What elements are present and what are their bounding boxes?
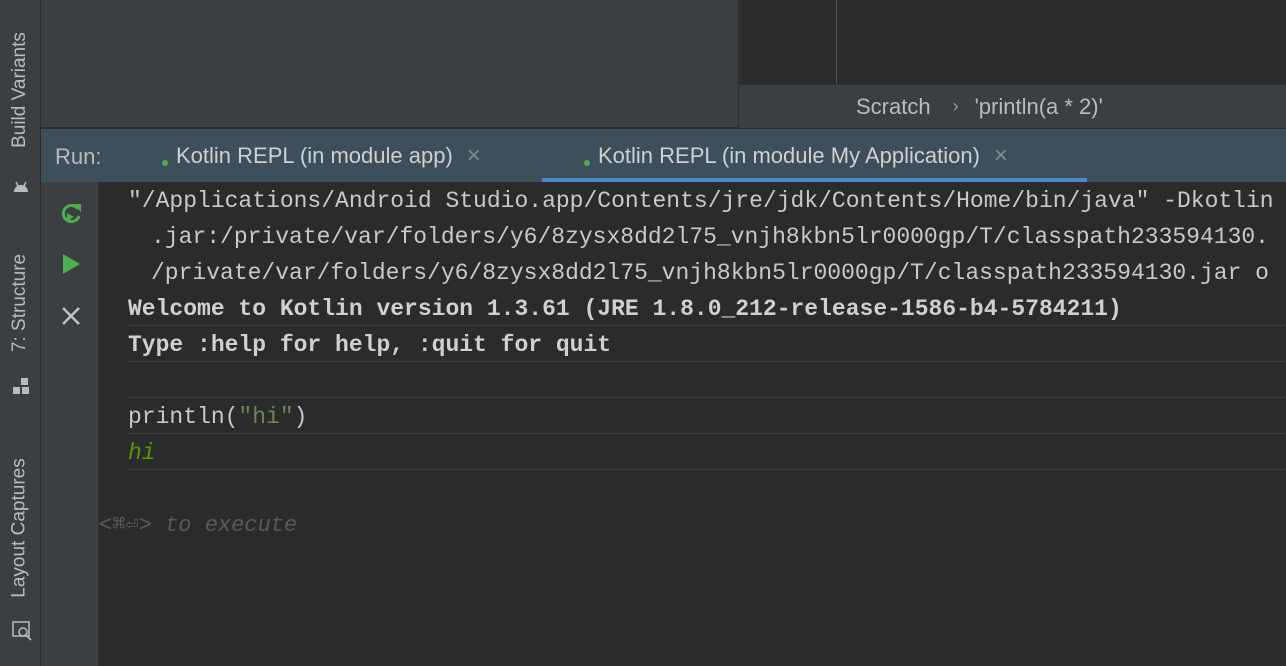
close-icon[interactable] bbox=[58, 303, 84, 329]
structure-label: 7: Structure bbox=[9, 253, 30, 352]
close-icon[interactable]: × bbox=[994, 142, 1008, 170]
divider bbox=[128, 433, 1286, 434]
repl-input-line: println("hi") bbox=[128, 404, 307, 430]
breadcrumb: Scratch › 'println(a * 2)' bbox=[739, 84, 1286, 128]
structure-tab[interactable]: 7: Structure bbox=[0, 235, 40, 370]
scratch-editor-panel bbox=[739, 0, 1286, 84]
input-code: println( bbox=[128, 404, 239, 430]
structure-icon bbox=[13, 378, 29, 394]
execute-hint: <⌘⏎> to execute bbox=[99, 513, 298, 538]
build-variants-tab[interactable]: Build Variants bbox=[0, 10, 40, 170]
divider bbox=[128, 325, 1286, 326]
welcome-line: Welcome to Kotlin version 1.3.61 (JRE 1.… bbox=[128, 296, 1122, 322]
layout-capture-icon bbox=[12, 621, 32, 641]
divider bbox=[128, 469, 1286, 470]
input-string-literal: "hi" bbox=[238, 404, 294, 430]
repl-console[interactable]: "/Applications/Android Studio.app/Conten… bbox=[99, 182, 1286, 666]
close-icon[interactable]: × bbox=[467, 142, 481, 170]
breadcrumb-separator: › bbox=[952, 96, 959, 116]
input-code: ) bbox=[293, 404, 308, 430]
divider bbox=[128, 361, 1286, 362]
rerun-icon[interactable] bbox=[58, 200, 84, 226]
console-line: "/Applications/Android Studio.app/Conten… bbox=[128, 188, 1274, 214]
console-line: /private/var/folders/y6/8zysx8dd2l75_vnj… bbox=[151, 260, 1269, 286]
build-variants-label: Build Variants bbox=[9, 32, 31, 148]
run-icon[interactable] bbox=[58, 251, 84, 277]
repl-output-line: hi bbox=[128, 440, 156, 466]
layout-captures-label: Layout Captures bbox=[9, 457, 31, 598]
left-tool-strip: Build Variants 7: Structure Layout Captu… bbox=[0, 0, 41, 666]
breadcrumb-item-scratch[interactable]: Scratch bbox=[856, 94, 931, 120]
running-indicator-icon bbox=[162, 159, 168, 166]
run-label: Run: bbox=[55, 144, 102, 169]
tab-kotlin-repl-app[interactable]: Kotlin REPL (in module app) × bbox=[162, 129, 481, 182]
tab-label: Kotlin REPL (in module app) bbox=[176, 142, 453, 168]
running-indicator-icon bbox=[584, 159, 590, 166]
tab-label: Kotlin REPL (in module My Application) bbox=[598, 142, 980, 168]
editor-area bbox=[41, 0, 738, 127]
help-line: Type :help for help, :quit for quit bbox=[128, 332, 612, 358]
run-tabs-bar: Run: Kotlin REPL (in module app) × Kotli… bbox=[41, 128, 1286, 182]
android-icon bbox=[14, 181, 28, 192]
tab-kotlin-repl-my-application[interactable]: Kotlin REPL (in module My Application) × bbox=[584, 129, 1008, 182]
breadcrumb-item-expression[interactable]: 'println(a * 2)' bbox=[975, 94, 1103, 120]
editor-divider bbox=[836, 0, 837, 84]
divider bbox=[128, 397, 1286, 398]
layout-captures-tab[interactable]: Layout Captures bbox=[0, 440, 40, 615]
console-line: .jar:/private/var/folders/y6/8zysx8dd2l7… bbox=[151, 224, 1269, 250]
run-toolbar bbox=[41, 182, 99, 666]
